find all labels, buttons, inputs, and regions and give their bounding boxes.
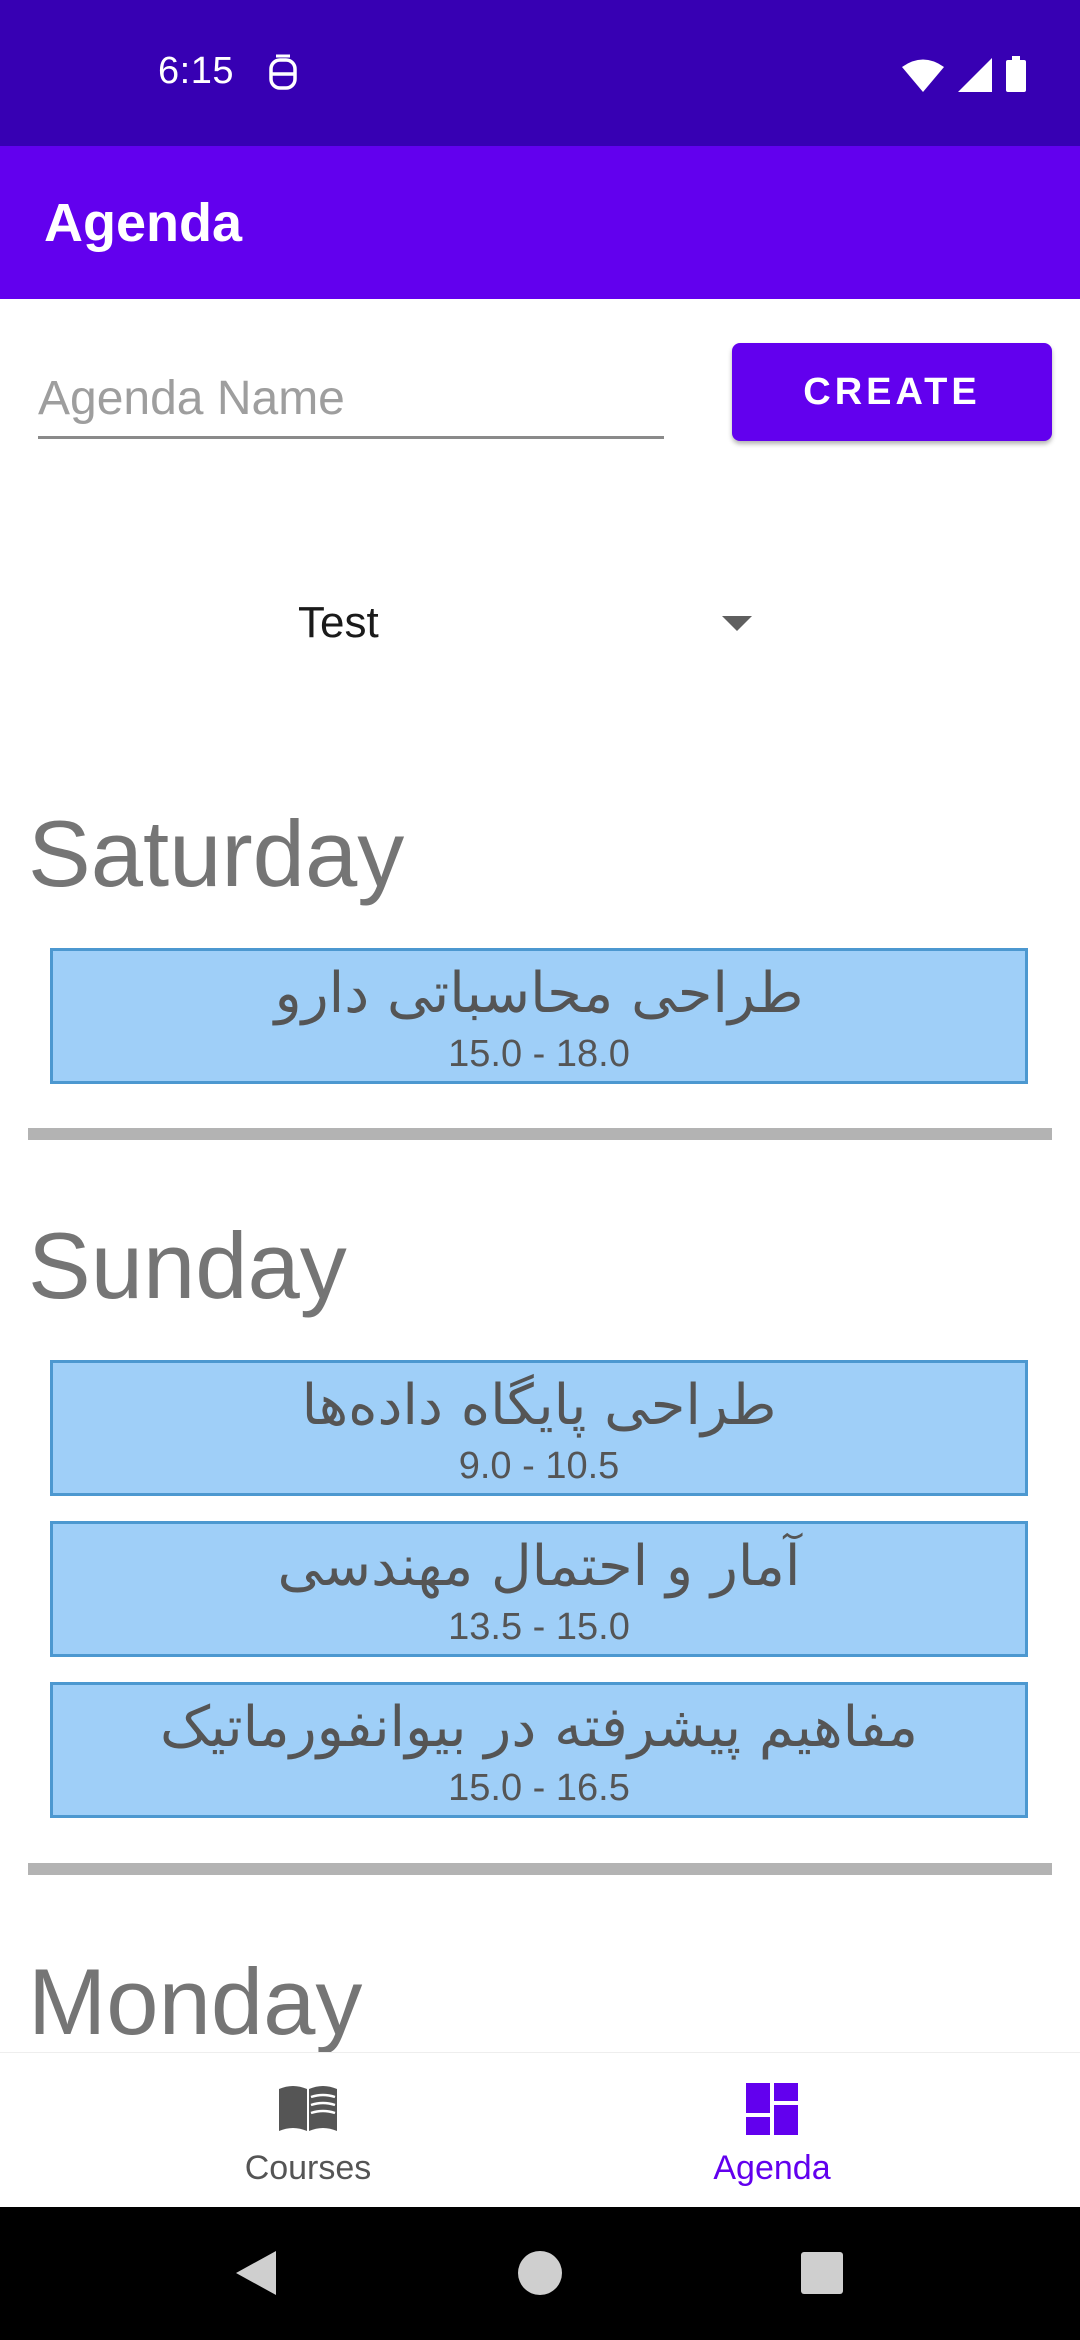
- battery-icon: [1006, 56, 1026, 92]
- nav-item-agenda[interactable]: Agenda: [502, 2053, 1042, 2208]
- signal-icon: [958, 58, 992, 92]
- create-button[interactable]: CREATE: [732, 343, 1052, 441]
- day-heading-saturday: Saturday: [28, 801, 405, 906]
- course-name: طراحی پایگاه داده‌ها: [301, 1373, 777, 1438]
- page-title: Agenda: [44, 193, 243, 253]
- course-name: طراحی محاسباتی دارو: [274, 961, 804, 1026]
- day-heading-monday: Monday: [28, 1949, 363, 2052]
- course-card[interactable]: طراحی پایگاه داده‌ها 9.0 - 10.5: [50, 1360, 1028, 1496]
- course-time: 13.5 - 15.0: [448, 1606, 630, 1648]
- course-name: مفاهیم پیشرفته در بیوانفورماتیک: [159, 1695, 919, 1760]
- course-card[interactable]: آمار و احتمال مهندسی 13.5 - 15.0: [50, 1521, 1028, 1657]
- day-divider: [28, 1863, 1052, 1875]
- book-icon: [279, 2086, 337, 2131]
- nav-label-agenda: Agenda: [713, 2149, 831, 2187]
- agenda-spinner[interactable]: Test: [280, 586, 760, 662]
- course-time: 15.0 - 18.0: [448, 1033, 630, 1075]
- course-card[interactable]: مفاهیم پیشرفته در بیوانفورماتیک 15.0 - 1…: [50, 1682, 1028, 1818]
- day-divider: [28, 1128, 1052, 1140]
- status-bar: 6:15: [0, 0, 1080, 146]
- course-time: 9.0 - 10.5: [458, 1445, 620, 1487]
- dashboard-icon: [746, 2083, 798, 2135]
- status-time: 6:15: [158, 50, 234, 92]
- back-icon[interactable]: [230, 2247, 282, 2299]
- notification-icon: [269, 54, 297, 90]
- spinner-selected-value: Test: [298, 598, 379, 647]
- day-heading-sunday: Sunday: [28, 1213, 347, 1318]
- status-icons: [902, 56, 1026, 92]
- wifi-icon: [902, 59, 944, 92]
- course-time: 15.0 - 16.5: [448, 1767, 630, 1809]
- nav-label-courses: Courses: [244, 2149, 372, 2187]
- app-bar: Agenda: [0, 146, 1080, 299]
- nav-item-courses[interactable]: Courses: [38, 2053, 578, 2208]
- agenda-list[interactable]: Saturday طراحی محاسباتی دارو 15.0 - 18.0…: [0, 760, 1080, 2052]
- home-icon[interactable]: [514, 2247, 566, 2299]
- course-card[interactable]: طراحی محاسباتی دارو 15.0 - 18.0: [50, 948, 1028, 1084]
- course-name: آمار و احتمال مهندسی: [277, 1534, 801, 1599]
- dropdown-arrow-icon: [722, 616, 752, 631]
- bottom-navigation: Courses Agenda: [0, 2052, 1080, 2208]
- agenda-name-input[interactable]: [38, 360, 664, 439]
- recents-icon[interactable]: [796, 2247, 848, 2299]
- system-navigation-bar: [0, 2207, 1080, 2340]
